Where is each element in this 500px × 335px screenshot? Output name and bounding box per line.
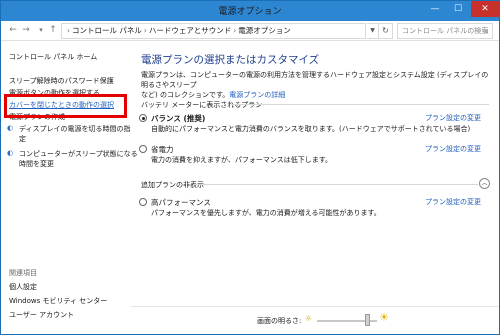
plan-high-performance-radio[interactable]: [139, 198, 147, 206]
section-divider: [231, 104, 489, 105]
power-options-window: 電源オプション — ☐ ✕ ← → ▾ ↑ › コントロール パネル › ハードウェア…: [0, 0, 500, 335]
crumb-separator-icon: ›: [143, 26, 147, 35]
plan-high-performance-desc: パフォーマンスを優先しますが、電力の消費が増える可能性があります。: [151, 209, 381, 217]
brightness-label: 画面の明るさ:: [257, 317, 302, 325]
plan-power-saver-settings-link[interactable]: プラン設定の変更: [425, 144, 481, 154]
search-icon[interactable]: ⌕: [485, 25, 489, 39]
address-bar[interactable]: › コントロール パネル › ハードウェアとサウンド › 電源オプション: [61, 23, 366, 39]
sidebar-item-sleep-time-cont[interactable]: 時間を変更: [19, 159, 54, 169]
page-description: 電源プランは、コンピューターの電源の利用方法を管理するハードウェア設定とシステム…: [141, 70, 491, 100]
sidebar-item-sleep-time[interactable]: コンピューターがスリープ状態になる: [19, 149, 138, 159]
battery-meter-header: バッテリ メーターに表示されるプラン: [141, 101, 263, 109]
main-panel: 電源プランの選択またはカスタマイズ 電源プランは、コンピューターの電源の利用方法…: [131, 42, 499, 312]
maximize-button[interactable]: ☐: [447, 1, 469, 17]
related-personalization-link[interactable]: 個人設定: [9, 282, 37, 292]
collapse-chevron-icon[interactable]: ︿: [479, 178, 490, 189]
related-header: 関連項目: [9, 269, 37, 277]
plan-balanced-settings-link[interactable]: プラン設定の変更: [425, 113, 481, 123]
brightness-high-icon: ☀: [379, 311, 389, 324]
plan-power-saver-radio[interactable]: [139, 145, 147, 153]
sidebar-item-display-off-cont[interactable]: 定: [19, 134, 26, 144]
description-line1: 電源プランは、コンピューターの電源の利用方法を管理するハードウェア設定とシステム…: [141, 71, 489, 89]
plan-high-performance-name[interactable]: 高パフォーマンス: [151, 197, 211, 208]
page-title: 電源プランの選択またはカスタマイズ: [141, 54, 320, 66]
address-toolbar: ← → ▾ ↑ › コントロール パネル › ハードウェアとサウンド › 電源オプション …: [1, 21, 499, 41]
breadcrumb-power-options[interactable]: 電源オプション: [238, 26, 291, 35]
plan-power-saver-desc: 電力の消費を抑えますが、パフォーマンスは低下します。: [151, 156, 333, 164]
breadcrumb-hardware-sound[interactable]: ハードウェアとサウンド: [149, 26, 231, 35]
sidebar-item-display-off[interactable]: ディスプレイの電源を切る時間の指: [19, 124, 131, 134]
forward-arrow-icon[interactable]: →: [19, 23, 33, 37]
plan-balanced-name[interactable]: バランス (推奨): [151, 113, 205, 124]
address-dropdown-icon[interactable]: ▼: [367, 23, 379, 39]
plan-balanced-desc: 自動的にパフォーマンスと電力消費のバランスを取ります。(ハードウェアでサポートさ…: [151, 125, 471, 133]
highlight-box: [4, 94, 127, 118]
refresh-icon[interactable]: ↻: [379, 23, 393, 39]
plan-high-performance-settings-link[interactable]: プラン設定の変更: [425, 197, 481, 207]
plan-balanced-radio[interactable]: [139, 114, 147, 122]
extra-plans-header: 追加プランの非表示: [141, 181, 204, 189]
minimize-button[interactable]: —: [424, 1, 446, 17]
power-plan-details-link[interactable]: 電源プランの詳細: [229, 91, 285, 99]
display-shield-icon: ◐: [7, 124, 14, 132]
sleep-shield-icon: ◐: [7, 149, 14, 157]
related-user-accounts-link[interactable]: ユーザー アカウント: [9, 310, 74, 320]
sidebar: コントロール パネル ホーム スリープ解除時のパスワード保護 電源ボタンの動作を…: [1, 42, 138, 334]
plan-power-saver-name[interactable]: 省電力: [151, 144, 174, 155]
crumb-separator-icon: ›: [67, 26, 70, 35]
sidebar-item-password-protection[interactable]: スリープ解除時のパスワード保護: [9, 76, 114, 86]
up-arrow-icon[interactable]: ↑: [46, 23, 60, 37]
brightness-slider-thumb[interactable]: [365, 314, 370, 326]
brightness-low-icon: ☼: [305, 314, 313, 323]
breadcrumb-control-panel[interactable]: コントロール パネル: [72, 26, 142, 35]
crumb-separator-icon: ›: [233, 26, 237, 35]
related-mobility-center-link[interactable]: Windows モビリティ センター: [9, 296, 107, 306]
sidebar-home-link[interactable]: コントロール パネル ホーム: [9, 52, 97, 62]
search-input[interactable]: コントロール パネルの検索 ⌕: [397, 23, 493, 39]
close-button[interactable]: ✕: [471, 1, 499, 17]
section-divider: [193, 184, 478, 185]
title-bar: 電源オプション — ☐ ✕: [1, 1, 499, 21]
search-placeholder: コントロール パネルの検索: [402, 27, 489, 35]
brightness-bar: 画面の明るさ: ☼ ☀: [131, 306, 499, 334]
back-arrow-icon[interactable]: ←: [6, 23, 20, 37]
description-line2: など) のコレクションです。: [141, 91, 230, 99]
